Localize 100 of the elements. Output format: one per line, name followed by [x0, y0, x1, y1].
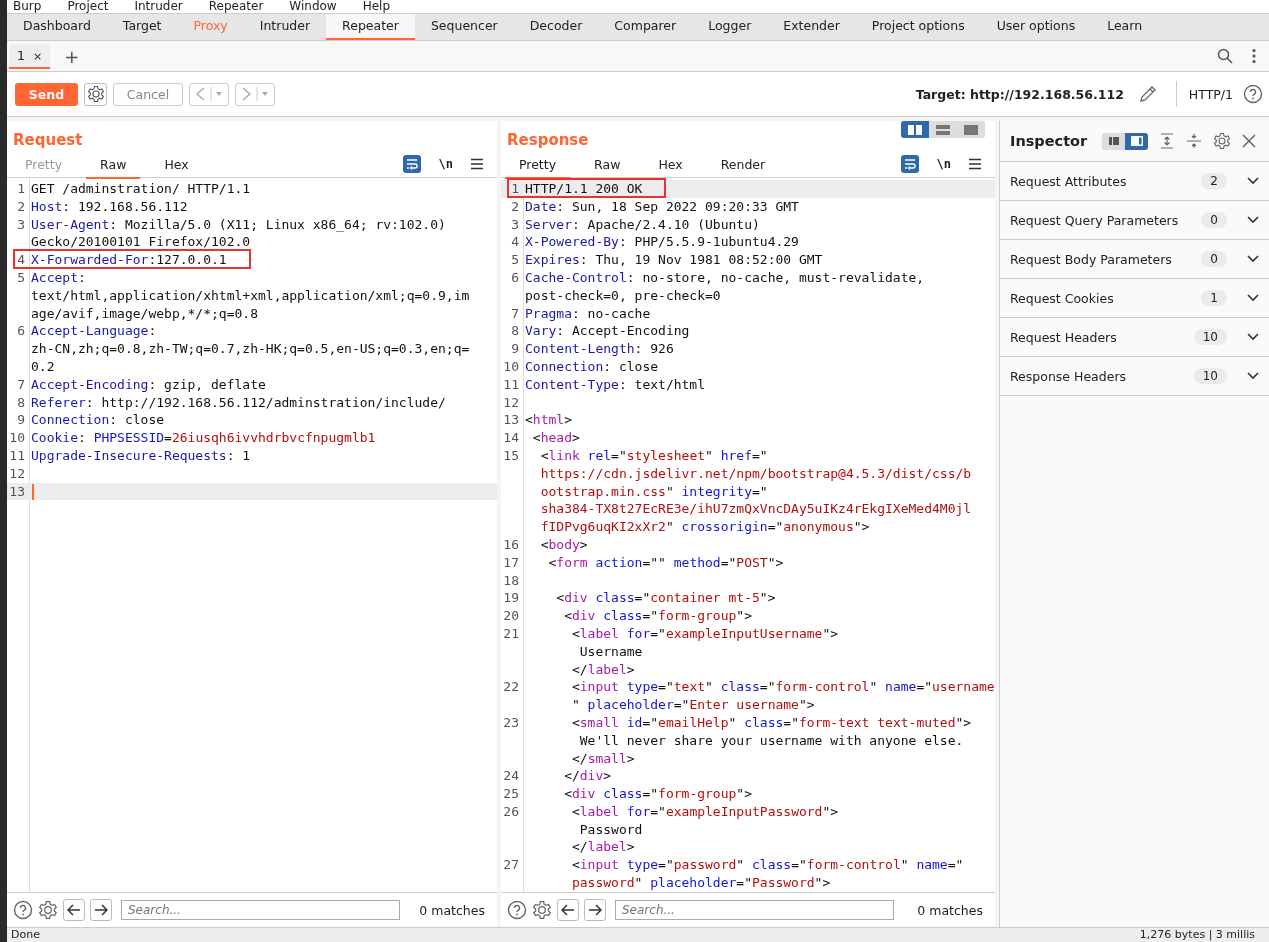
search-icon[interactable]: [1217, 48, 1233, 64]
code-line: Cache-Control: no-store, no-cache, must-revalidate,: [524, 269, 925, 287]
newline-toggle[interactable]: \n: [438, 157, 453, 171]
code-line: Vary: Accept-Encoding: [524, 322, 690, 341]
main-tab[interactable]: Sequencer: [414, 14, 514, 40]
main-tab[interactable]: Extender: [767, 14, 856, 40]
match-count: 0 matches: [917, 902, 984, 918]
search-field[interactable]: Search...: [615, 900, 894, 920]
protocol-label[interactable]: HTTP/1: [1188, 86, 1233, 102]
line-number: 20: [502, 607, 520, 625]
close-icon[interactable]: [1242, 134, 1257, 148]
code-line: <div class="form-group">: [563, 785, 752, 803]
main-tab[interactable]: User options: [980, 14, 1092, 40]
chevron-down-icon[interactable]: [1247, 333, 1259, 341]
editor-tab[interactable]: Render: [706, 153, 780, 179]
chevron-down-icon[interactable]: [1247, 255, 1259, 263]
code-line: text/html,application/xhtml+xml,application/xml;q=0.9,im: [30, 286, 470, 305]
code-line: Cookie: PHPSESSID=26iusqh6ivvhdrbvcfnpugmlb1: [30, 429, 376, 447]
line-number: 4: [16, 251, 26, 269]
chevron-down-icon[interactable]: [1247, 177, 1259, 185]
line-number: 11: [502, 375, 520, 394]
count-badge: 10: [1193, 368, 1227, 384]
main-tab[interactable]: Repeater: [326, 14, 415, 40]
menu-item[interactable]: Burp: [13, 0, 42, 13]
section-title[interactable]: Request Query Parameters: [1010, 212, 1202, 228]
section-title[interactable]: Request Body Parameters: [1010, 251, 1202, 267]
wrap-lines-icon[interactable]: [900, 155, 919, 173]
inspector-title: Inspector: [1010, 133, 1088, 149]
editor-tab[interactable]: Raw: [86, 153, 141, 179]
settings-icon[interactable]: [38, 900, 58, 920]
search-field[interactable]: Search...: [121, 900, 400, 920]
settings-button[interactable]: [84, 82, 107, 106]
line-number: 3: [16, 215, 26, 234]
editor-tab[interactable]: Raw: [580, 153, 635, 179]
wrap-lines-icon[interactable]: [402, 155, 421, 173]
code-line: Date: Sun, 18 Sep 2022 09:20:33 GMT: [524, 197, 799, 216]
main-tab[interactable]: Decoder: [513, 14, 599, 40]
code-line: <small id="emailHelp" class="form-text text-muted">: [570, 713, 972, 732]
section-title[interactable]: Response Headers: [1010, 368, 1194, 384]
editor-tab[interactable]: Hex: [150, 153, 203, 179]
collapse-all-icon[interactable]: [1186, 133, 1203, 149]
arrow-left-icon: [561, 904, 575, 916]
code-line: zh-CN,zh;q=0.8,zh-TW;q=0.7,zh-HK;q=0.5,en-US;q=0.3,en;q=: [30, 340, 470, 358]
line-number: 26: [502, 802, 520, 821]
menu-item[interactable]: Help: [362, 0, 391, 13]
line-number: 2: [510, 197, 520, 216]
help-icon[interactable]: [13, 900, 33, 920]
help-icon[interactable]: [1243, 84, 1263, 104]
help-icon[interactable]: [507, 900, 527, 920]
chevron-down-icon[interactable]: [1247, 294, 1259, 302]
section-title[interactable]: Request Attributes: [1010, 173, 1202, 189]
view-toggle[interactable]: [1125, 132, 1149, 150]
main-tab[interactable]: Logger: [692, 14, 768, 40]
close-tab-button[interactable]: ×: [32, 49, 43, 63]
cancel-button[interactable]: Cancel: [113, 82, 183, 106]
main-tab[interactable]: Learn: [1091, 14, 1159, 40]
section-title[interactable]: Request Headers: [1010, 329, 1194, 345]
main-tab[interactable]: Comparer: [598, 14, 693, 40]
section-title[interactable]: Request Cookies: [1010, 290, 1202, 306]
menu-icon[interactable]: [471, 158, 483, 170]
menu-item[interactable]: Window: [289, 0, 337, 13]
code-line: password" placeholder="Password">: [570, 874, 831, 892]
main-tab[interactable]: Project options: [855, 14, 981, 40]
status-text: Done: [11, 928, 40, 942]
previous-match-button[interactable]: [63, 899, 85, 921]
edit-icon[interactable]: [1137, 84, 1158, 104]
next-match-button[interactable]: [584, 899, 606, 921]
status-text: 1,276 bytes | 3 millis: [1139, 928, 1255, 942]
menu-icon[interactable]: [969, 158, 981, 170]
chevron-down-icon[interactable]: [1247, 216, 1259, 224]
layout-toggle[interactable]: [901, 121, 929, 138]
code-line: fIDPvg6uqKI2xXr2" crossorigin="anonymous">: [539, 518, 870, 536]
code-line: <div class="form-group">: [563, 607, 752, 625]
settings-icon[interactable]: [532, 900, 552, 920]
menu-item[interactable]: Intruder: [134, 0, 183, 13]
count-badge: 10: [1193, 329, 1227, 345]
newline-toggle[interactable]: \n: [936, 157, 951, 171]
main-tab[interactable]: Target: [106, 14, 178, 40]
previous-match-button[interactable]: [557, 899, 579, 921]
editor-tab[interactable]: Hex: [644, 153, 697, 179]
main-tab[interactable]: Dashboard: [7, 14, 107, 40]
columns-icon: [908, 124, 922, 135]
menu-item[interactable]: Repeater: [208, 0, 264, 13]
more-icon[interactable]: [1251, 48, 1257, 64]
code-line: Upgrade-Insecure-Requests: 1: [30, 446, 251, 465]
code-line: GET /adminstration/ HTTP/1.1: [30, 180, 251, 198]
code-line: Accept-Language:: [30, 322, 157, 341]
menu-item[interactable]: Project: [67, 0, 109, 13]
line-number: 8: [510, 322, 520, 341]
main-tab[interactable]: Intruder: [243, 14, 327, 40]
code-line: Accept:: [30, 269, 86, 287]
expand-all-icon[interactable]: [1159, 133, 1176, 149]
next-match-button[interactable]: [90, 899, 112, 921]
chevron-down-icon[interactable]: [1247, 372, 1259, 380]
line-number: 7: [16, 375, 26, 394]
session-tab[interactable]: 1 ×: [9, 43, 51, 69]
code-line: age/avif,image/webp,*/*;q=0.8: [30, 304, 258, 323]
add-tab-button[interactable]: +: [60, 45, 84, 67]
code-line: <html>: [524, 411, 572, 430]
settings-icon[interactable]: [1213, 132, 1232, 150]
